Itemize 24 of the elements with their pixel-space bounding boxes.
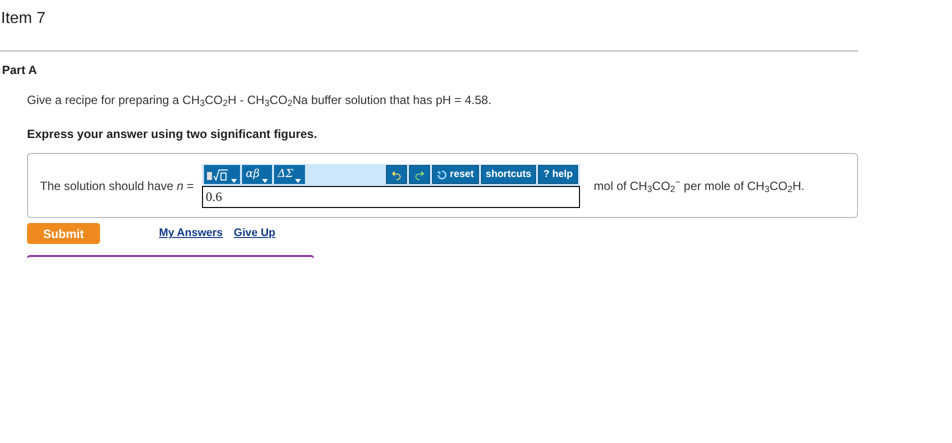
instruction-text: Express your answer using two significant figures. [27, 126, 318, 143]
caret-icon [295, 179, 302, 183]
template-icon [206, 168, 229, 180]
symbol-menu-button[interactable]: ΔΣ [274, 165, 306, 184]
item-title: Item 7 [0, 9, 46, 29]
redo-icon [414, 169, 425, 180]
caret-icon [230, 179, 237, 183]
answer-link[interactable]: My Answers [159, 225, 223, 242]
reset-icon [436, 170, 447, 180]
help-button[interactable]: ? help [538, 165, 578, 184]
template-button[interactable] [204, 165, 240, 184]
undo-button[interactable] [386, 165, 407, 184]
answer-input[interactable]: 0.6 [202, 186, 580, 208]
answer-link[interactable]: Give Up [234, 225, 276, 242]
shortcuts-button[interactable]: shortcuts [480, 165, 536, 184]
caret-icon [262, 179, 268, 183]
answer-label: The solution should have n = [40, 178, 194, 194]
symbol-menu-button[interactable]: αβ [242, 165, 272, 184]
question-prompt: Give a recipe for preparing a CH$_{3}$CO$_{2}$H - CH$_{3}$CO$_{2}$Na buffer solution that has pH = 4.58. [27, 92, 492, 109]
reset-button[interactable]: reset [432, 165, 479, 184]
part-heading: Part A [1, 62, 38, 79]
units-text: mol of CH$_{3}$CO$_{2}$$^{−}$ per mole of CH$_{3}$CO$_{2}$H. [594, 176, 804, 194]
redo-button[interactable] [408, 165, 430, 184]
undo-icon [390, 169, 402, 180]
